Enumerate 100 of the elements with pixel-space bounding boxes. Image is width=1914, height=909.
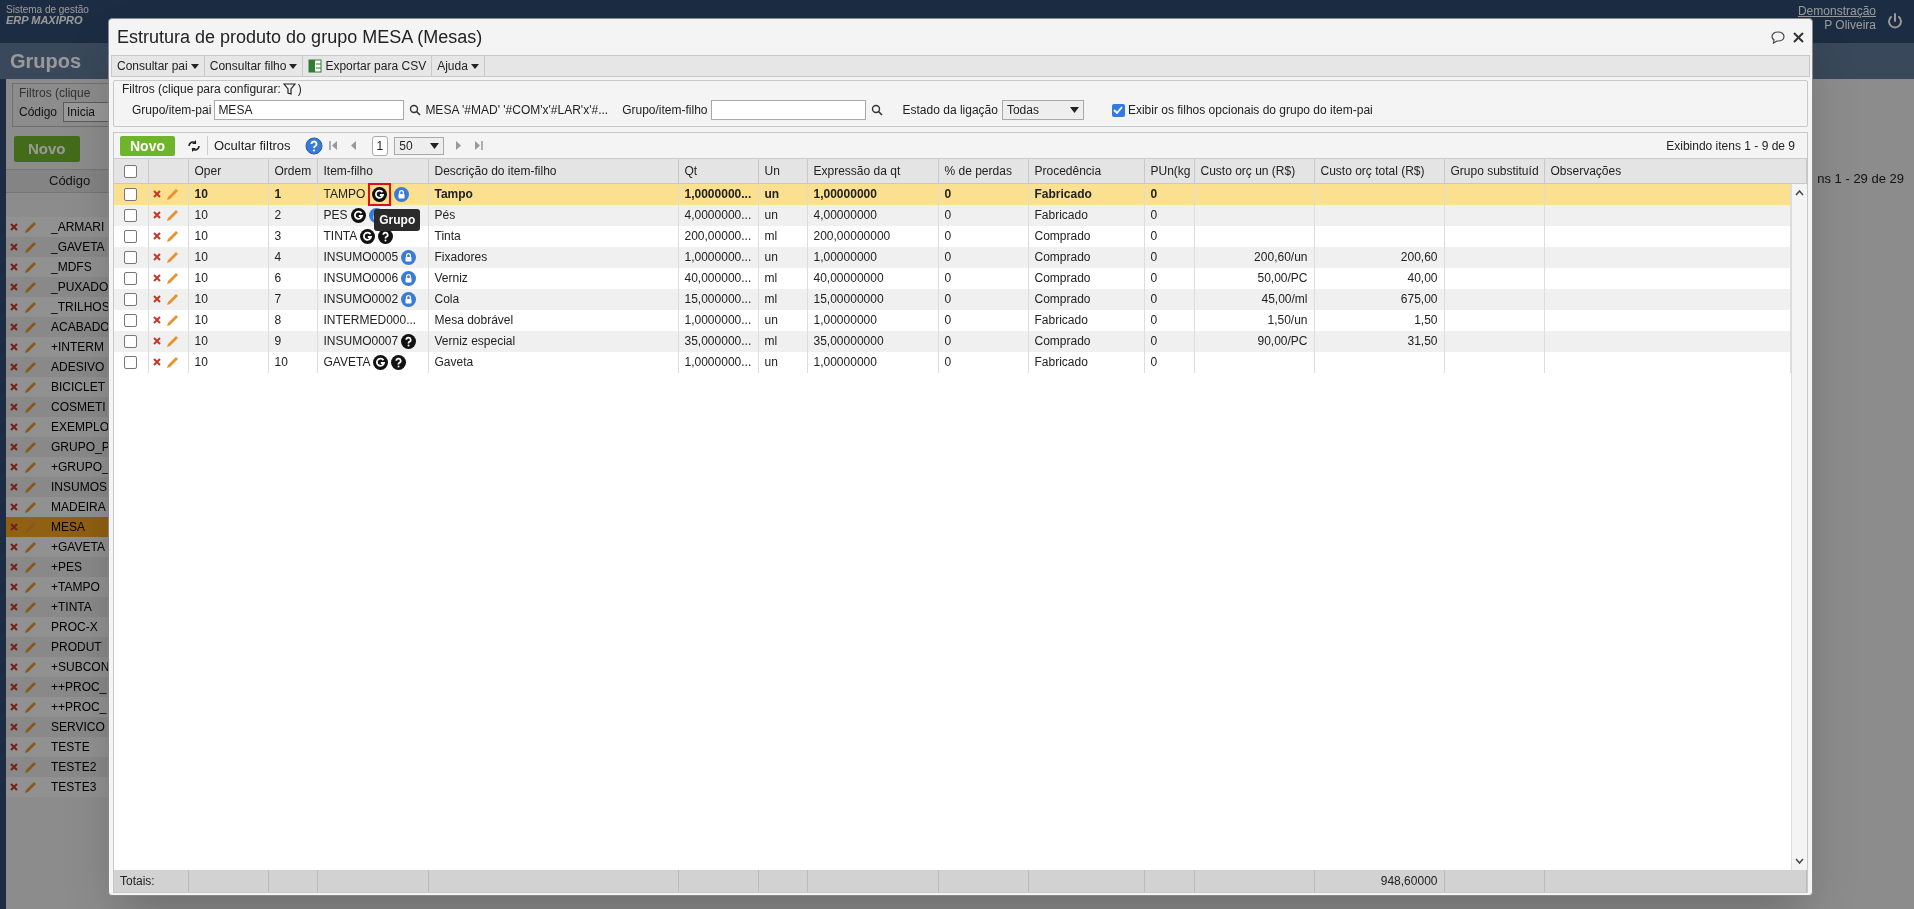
- brand-name: ERP MAXIPRO: [6, 15, 83, 26]
- column-header[interactable]: Expressão da qt: [813, 163, 901, 178]
- table-cell: 40,00: [1407, 271, 1438, 285]
- table-cell: 45,00/ml: [1261, 292, 1308, 306]
- table-row[interactable]: 10 6 INSUMO0006 Verniz 40,000000... ml 40,00000000 0 Comprado 0 50,00/PC 40,00: [114, 267, 1791, 289]
- item-code: MESA: [51, 519, 85, 536]
- table-cell: 0: [944, 313, 952, 327]
- table-cell: 0: [944, 250, 952, 264]
- table-cell-text: INSUMO0007: [323, 333, 399, 350]
- brand-caption: Sistema de gestão: [6, 4, 89, 15]
- column-header[interactable]: PUn(kg: [1150, 163, 1191, 178]
- item-code: +TAMPO: [51, 579, 100, 596]
- table-cell: 10: [194, 313, 208, 327]
- export-button[interactable]: Exportar para CSV: [303, 56, 433, 76]
- table-cell: 0: [1150, 187, 1158, 201]
- table-cell: 0: [1150, 313, 1158, 327]
- pagination-summary: Exibindo itens 1 - 9 de 9: [1666, 137, 1796, 155]
- table-cell: 10: [194, 229, 208, 243]
- checkbox-label[interactable]: Exibir os filhos opcionais do grupo do item-pai: [1127, 101, 1373, 119]
- table-cell: 0: [944, 229, 952, 243]
- table-cell: 40,000000...: [684, 271, 752, 285]
- table-cell: Comprado: [1034, 292, 1091, 306]
- table-cell: 15,00000000: [813, 292, 884, 306]
- menu-button[interactable]: Consultar filho: [204, 56, 304, 76]
- item-code: +INTERM: [51, 339, 104, 356]
- item-code: ++PROC_: [51, 679, 107, 696]
- item-code: ++PROC_: [51, 699, 107, 716]
- item-code: GRUPO_P: [51, 439, 110, 456]
- company-name[interactable]: Demonstração: [1797, 4, 1876, 18]
- table-cell: 0: [944, 271, 952, 285]
- page-size-select[interactable]: 50: [394, 136, 445, 155]
- table-cell: 200,60/un: [1254, 250, 1308, 264]
- hide-filters-button[interactable]: Ocultar filtros: [207, 135, 291, 156]
- column-header[interactable]: Código: [49, 171, 91, 191]
- item-code: +TINTA: [51, 599, 92, 616]
- table-cell: 10: [194, 208, 208, 222]
- table-row[interactable]: 10 4 INSUMO0005 Fixadores 1,0000000... un 1,00000000 0 Comprado 0 200,60/un 200,60: [114, 246, 1791, 268]
- table-cell-text: INSUMO0005: [323, 249, 399, 266]
- column-header[interactable]: Procedência: [1034, 163, 1102, 178]
- column-header[interactable]: Descrição do item-filho: [434, 163, 557, 178]
- menu-button[interactable]: Consultar pai: [112, 56, 205, 76]
- table-cell: 6: [274, 271, 282, 285]
- parent-description: MESA '#MAD' '#COM'x'#LAR'x'#...: [425, 102, 609, 119]
- table-row[interactable]: 10 7 INSUMO0002 Cola 15,000000... ml 15,00000000 0 Comprado 0 45,00/ml 675,00: [114, 288, 1791, 310]
- table-cell: 0: [1150, 292, 1158, 306]
- column-header[interactable]: Custo orç total (R$): [1320, 163, 1425, 178]
- table-cell: 0: [944, 187, 952, 201]
- column-header[interactable]: Qt: [684, 163, 698, 178]
- column-header[interactable]: Item-filho: [323, 163, 373, 178]
- column-header[interactable]: % de perdas: [944, 163, 1012, 178]
- item-code: BICICLET: [51, 379, 105, 396]
- table-cell: un: [764, 208, 778, 222]
- column-header[interactable]: Ordem: [274, 163, 312, 178]
- table-cell: 10: [194, 355, 208, 369]
- table-cell: Fabricado: [1034, 355, 1088, 369]
- table-cell: 40,00000000: [813, 271, 884, 285]
- page-field[interactable]: 1: [371, 135, 389, 156]
- table-cell: 10: [194, 334, 208, 348]
- table-row[interactable]: 10 9 INSUMO0007 Verniz especial 35,000000... ml 35,00000000 0 Comprado 0 90,00/PC 31,50: [114, 330, 1791, 352]
- column-header[interactable]: Grupo substituíd: [1450, 163, 1539, 178]
- table-cell: 1,00000000: [813, 187, 877, 201]
- filters-legend-end: ): [297, 81, 302, 98]
- menu-button[interactable]: Ajuda: [432, 56, 485, 76]
- table-cell: 10: [194, 292, 208, 306]
- column-header[interactable]: Un: [764, 163, 780, 178]
- table-cell: 0: [1150, 208, 1158, 222]
- table-cell-text: GAVETA: [323, 354, 371, 371]
- table-cell: Comprado: [1034, 229, 1091, 243]
- table-cell: 1,50/un: [1267, 313, 1308, 327]
- item-code: TESTE3: [51, 779, 97, 796]
- item-code: +GRUPO_: [51, 459, 109, 476]
- table-cell: 200,00000000: [813, 229, 891, 243]
- totals-label: Totais:: [120, 874, 155, 888]
- table-cell: 0: [1150, 334, 1158, 348]
- table-cell: 10: [194, 250, 208, 264]
- table-cell: 0: [944, 355, 952, 369]
- table-cell: 0: [1150, 250, 1158, 264]
- table-cell: 2: [274, 208, 282, 222]
- table-cell: 1,0000000...: [684, 250, 752, 264]
- field-label: Código: [19, 104, 58, 121]
- column-header[interactable]: Custo orç un (R$): [1200, 163, 1296, 178]
- parent-field[interactable]: MESA: [214, 100, 405, 120]
- table-cell-text: TAMPO: [323, 186, 366, 203]
- table-cell: Tinta: [434, 229, 461, 243]
- table-cell: 0: [1150, 271, 1158, 285]
- item-code: _TRILHOS: [51, 299, 110, 316]
- item-code: +PES: [51, 559, 83, 576]
- column-header[interactable]: Oper: [194, 163, 222, 178]
- table-cell: ml: [764, 271, 778, 285]
- table-cell: Comprado: [1034, 250, 1091, 264]
- state-select[interactable]: Todas: [1001, 100, 1084, 120]
- column-header[interactable]: Observações: [1550, 163, 1622, 178]
- pagination-summary: ns 1 - 29 de 29: [1817, 170, 1905, 188]
- table-cell: 35,00000000: [813, 334, 884, 348]
- table-cell-text: INTERMED000...: [323, 312, 417, 329]
- filters-legend[interactable]: Filtros (clique para configurar:: [122, 80, 281, 98]
- table-row[interactable]: 10 8 INTERMED000... Mesa dobrável 1,0000000... un 1,00000000 0 Fabricado 0 1,50/un 1,50: [114, 309, 1791, 331]
- filters-legend[interactable]: Filtros (clique: [19, 86, 91, 100]
- user-name[interactable]: P Oliveira: [1824, 18, 1876, 32]
- table-row[interactable]: 10 10 GAVETA Gaveta 1,0000000... un 1,00000000 0 Fabricado 0: [114, 351, 1791, 373]
